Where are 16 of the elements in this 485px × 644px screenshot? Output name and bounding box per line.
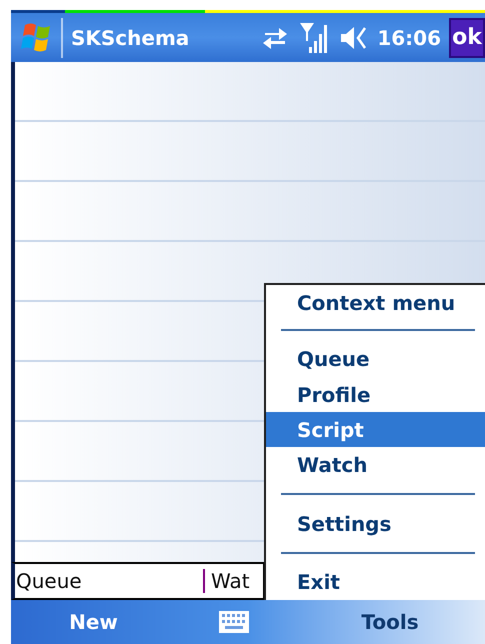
connectivity-arrows-icon[interactable] — [261, 26, 290, 50]
signal-icon[interactable] — [299, 20, 330, 54]
menu-title: Context menu — [296, 290, 456, 317]
menu-item[interactable]: Watch — [266, 447, 485, 483]
menu-item[interactable]: Settings — [266, 506, 485, 542]
menu-item[interactable]: Queue — [266, 342, 485, 377]
menu-item[interactable]: Profile — [266, 376, 485, 412]
new-softkey[interactable]: New — [11, 607, 176, 637]
menu-item[interactable]: Exit — [266, 564, 485, 600]
tools-softkey[interactable]: Tools — [335, 607, 445, 637]
menu-item[interactable]: Script — [266, 412, 485, 448]
column-header[interactable]: Queue — [15, 566, 203, 596]
ok-button[interactable]: ok — [449, 18, 485, 58]
keyboard-icon[interactable] — [218, 610, 250, 634]
column-header[interactable]: Wat — [211, 566, 250, 596]
window-title: SKSchema — [71, 24, 190, 52]
